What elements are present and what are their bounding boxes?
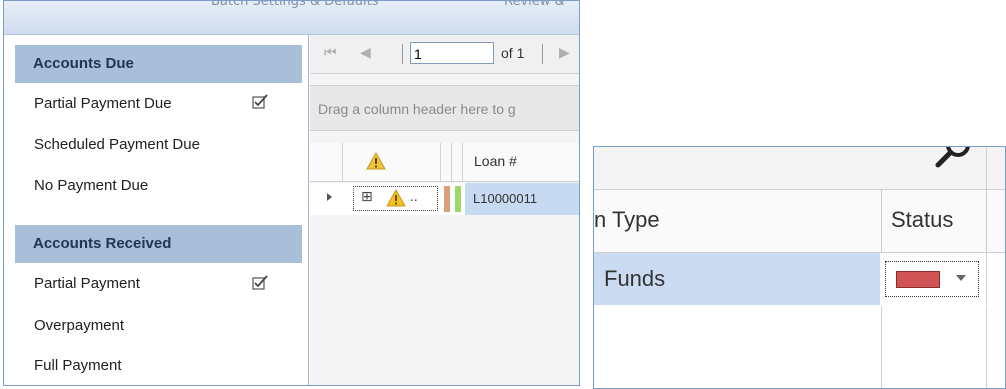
status-strip-orange — [444, 186, 450, 212]
column-divider — [342, 143, 343, 181]
column-divider — [462, 143, 463, 181]
prev-page-icon[interactable]: ◀ — [360, 45, 371, 61]
tab-bar: Batch Settings & Defaults Review & — [4, 1, 579, 35]
checkbox-checked-icon[interactable] — [252, 275, 268, 290]
section-accounts-due: Accounts Due — [15, 45, 302, 83]
toolbar-divider — [986, 147, 987, 189]
column-header-row: n Type Status — [594, 190, 1005, 253]
filter-full-payment[interactable]: Full Payment — [34, 357, 122, 374]
table-row[interactable]: Funds — [594, 253, 1005, 305]
pager: ⏮ ◀ 1 of 1 ▶ — [310, 35, 579, 74]
pager-separator — [402, 44, 403, 64]
filter-overpayment[interactable]: Overpayment — [34, 317, 124, 334]
column-divider — [440, 143, 441, 181]
loan-number-cell[interactable]: L10000011 — [465, 183, 579, 215]
page-count: of 1 — [501, 45, 525, 61]
expand-icon[interactable]: ⊞ — [361, 189, 373, 205]
column-divider — [451, 143, 452, 181]
pager-separator — [542, 44, 543, 64]
status-color-swatch — [896, 271, 940, 288]
column-header-row: Loan # — [310, 143, 579, 182]
checkbox-checked-icon[interactable] — [252, 94, 268, 109]
row-focus-cell[interactable]: ⊞ .. — [353, 186, 438, 211]
group-by-hint[interactable]: Drag a column header here to g — [310, 85, 579, 131]
left-screenshot: Batch Settings & Defaults Review & Accou… — [3, 0, 580, 386]
truncated-text: .. — [410, 190, 418, 204]
column-header-loan[interactable]: Loan # — [474, 153, 517, 169]
section-accounts-received: Accounts Received — [15, 225, 302, 263]
filter-scheduled-payment-due[interactable]: Scheduled Payment Due — [34, 136, 200, 153]
status-strip-green — [455, 186, 461, 212]
tab-review[interactable]: Review & — [504, 1, 565, 9]
filter-no-payment-due[interactable]: No Payment Due — [34, 177, 148, 194]
warning-icon — [386, 189, 406, 207]
filter-partial-payment-due[interactable]: Partial Payment Due — [34, 95, 172, 112]
empty-grid-area — [594, 306, 1005, 388]
type-cell[interactable]: Funds — [594, 253, 880, 305]
column-header-type[interactable]: n Type — [594, 207, 660, 233]
column-divider — [986, 253, 987, 305]
row-indicator-icon — [327, 193, 332, 201]
search-icon[interactable] — [932, 146, 972, 175]
chevron-down-icon[interactable] — [956, 275, 966, 281]
page-number-input[interactable]: 1 — [410, 42, 494, 64]
column-divider — [881, 190, 882, 252]
warning-icon[interactable] — [366, 152, 386, 170]
filter-sidebar: Accounts Due Partial Payment Due Schedul… — [4, 35, 309, 385]
toolbar-area — [594, 147, 1005, 190]
tab-batch-settings[interactable]: Batch Settings & Defaults — [211, 1, 379, 9]
next-page-icon[interactable]: ▶ — [559, 45, 570, 61]
filter-partial-payment[interactable]: Partial Payment — [34, 275, 140, 292]
right-screenshot: n Type Status Funds — [593, 146, 1006, 389]
column-header-status[interactable]: Status — [891, 207, 953, 233]
column-divider — [986, 190, 987, 252]
column-divider — [986, 306, 987, 388]
loan-grid: ⏮ ◀ 1 of 1 ▶ Drag a column header here t… — [310, 35, 579, 385]
first-page-icon[interactable]: ⏮ — [324, 45, 337, 61]
table-row[interactable]: ⊞ .. L10000011 — [310, 183, 579, 215]
column-divider — [881, 306, 882, 388]
status-dropdown[interactable] — [885, 261, 979, 297]
